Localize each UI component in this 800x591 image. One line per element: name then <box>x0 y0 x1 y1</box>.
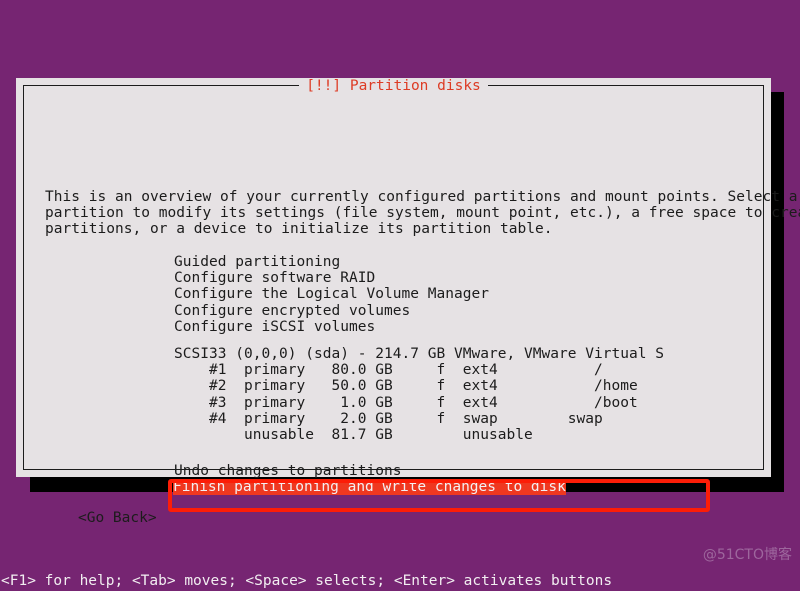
partition-disks-window: [!!] Partition disks This is an overview… <box>16 78 800 526</box>
intro-paragraph: This is an overview of your currently co… <box>45 189 800 238</box>
menu-item-finish-partitioning[interactable]: Finish partitioning and write changes to… <box>173 479 566 496</box>
menu-item-undo-changes[interactable]: Undo changes to partitions <box>174 463 402 479</box>
status-bar: <F1> for help; <Tab> moves; <Space> sele… <box>1 573 613 589</box>
partition-config-menu[interactable]: Guided partitioning Configure software R… <box>174 254 489 335</box>
window-shadow-right <box>771 92 784 492</box>
disk-partition-table[interactable]: SCSI33 (0,0,0) (sda) - 214.7 GB VMware, … <box>174 346 664 443</box>
go-back-button[interactable]: <Go Back> <box>78 510 157 526</box>
watermark: @51CTO博客 <box>702 547 792 563</box>
